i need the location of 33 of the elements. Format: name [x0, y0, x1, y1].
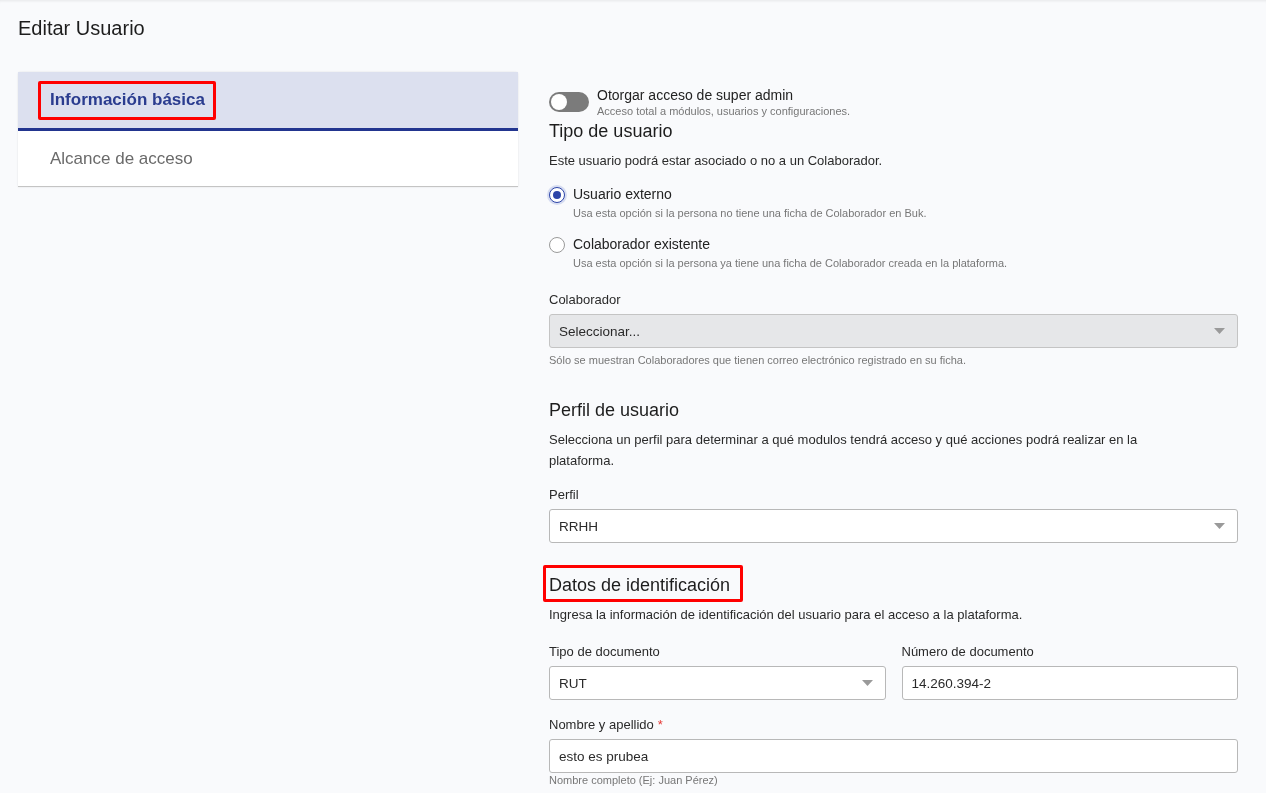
radio-button[interactable]	[549, 186, 565, 203]
select-field[interactable]: RUT	[549, 666, 886, 700]
tab[interactable]: Información básica	[18, 72, 518, 131]
field-label: Perfil	[549, 486, 579, 503]
option-hint: Usa esta opción si la persona ya tiene una ficha de Colaborador creada en la plataforma.	[573, 256, 1008, 270]
caret-icon	[1214, 328, 1225, 334]
section-description: Este usuario podrá estar asociado o no a un Colaborador.	[549, 152, 883, 170]
toggle-label: Otorgar acceso de super admin	[597, 87, 794, 104]
field-hint: Sólo se muestran Colaboradores que tienen correo electrónico registrado en su ficha.	[549, 353, 967, 367]
required-mark: *	[657, 716, 663, 733]
toggle-description: Acceso total a módulos, usuarios y configuraciones.	[597, 104, 851, 118]
input-field[interactable]: esto es prubea	[549, 739, 1238, 773]
section-description: Selecciona un perfil para determinar a qué modulos tendrá acceso y qué acciones podrá realizar en la plataforma.	[549, 431, 1139, 470]
section-heading: Perfil de usuario	[549, 399, 680, 421]
caret-icon	[1214, 523, 1225, 529]
toggle-switch[interactable]	[549, 92, 589, 112]
field-label: Nombre y apellido	[549, 716, 654, 733]
radio-button[interactable]	[549, 236, 565, 253]
field-label: Tipo de documento	[549, 643, 660, 660]
select-field[interactable]: RRHH	[549, 509, 1238, 543]
section-heading: Datos de identificación	[549, 574, 731, 596]
section-heading: Tipo de usuario	[549, 120, 673, 142]
input-field[interactable]: 14.260.394-2	[901, 666, 1238, 700]
radio-label: Usuario externo	[573, 186, 672, 203]
field-hint: Nombre completo (Ej: Juan Pérez)	[549, 774, 718, 786]
field-label: Colaborador	[549, 291, 621, 308]
field-label: Número de documento	[901, 643, 1034, 660]
option-hint: Usa esta opción si la persona no tiene una ficha de Colaborador en Buk.	[573, 206, 927, 220]
tab[interactable]: Alcance de acceso	[18, 131, 518, 187]
radio-label: Colaborador existente	[573, 236, 710, 253]
section-description: Ingresa la información de identificación del usuario para el acceso a la plataforma.	[549, 606, 1023, 624]
page-title: Editar Usuario	[18, 16, 145, 40]
caret-icon	[861, 680, 873, 686]
